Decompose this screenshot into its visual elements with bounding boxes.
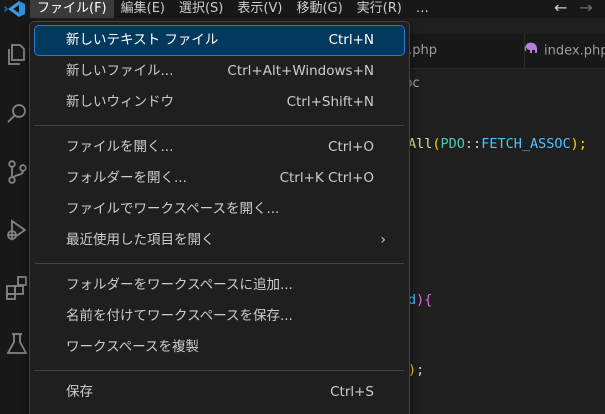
source-control-icon[interactable]: [3, 158, 31, 186]
vscode-logo-icon: [0, 0, 30, 18]
menu-item-label: 新しいテキスト ファイル: [66, 32, 219, 48]
code-line-brace: d){: [408, 292, 433, 308]
menu-item-label: 名前を付けてワークスペースを保存...: [66, 308, 293, 324]
menu-go[interactable]: 移動(G): [289, 0, 349, 18]
menu-more[interactable]: …: [409, 0, 436, 18]
menu-file[interactable]: ファイル(F): [30, 0, 114, 18]
menu-item-label: 最近使用した項目を開く: [66, 232, 215, 248]
menu-view[interactable]: 表示(V): [230, 0, 289, 18]
tab-label: index.php: [544, 43, 605, 59]
vscode-window: ファイル(F) 編集(E) 選択(S) 表示(V) 移動(G) 実行(R)… ← →: [0, 0, 605, 414]
testing-icon[interactable]: [3, 330, 31, 358]
menu-item-shortcut: Ctrl+N: [328, 32, 374, 48]
menu-item-label: ファイルでワークスペースを開く...: [66, 201, 280, 217]
menu-items: ファイル(F) 編集(E) 選択(S) 表示(V) 移動(G) 実行(R)…: [30, 0, 436, 18]
menu-item-label: ファイルを開く...: [66, 139, 174, 155]
run-debug-icon[interactable]: [3, 216, 31, 244]
menu-item-save[interactable]: 保存 Ctrl+S: [35, 378, 404, 407]
menu-item-label: 新しいファイル...: [66, 63, 174, 79]
menu-item-label: ワークスペースを複製: [66, 339, 199, 355]
code-line-fetch: All(PDO::FETCH_ASSOC);: [408, 136, 587, 152]
menu-bar: ファイル(F) 編集(E) 選択(S) 表示(V) 移動(G) 実行(R)… ← →: [0, 0, 605, 18]
chevron-right-icon: ›: [380, 232, 386, 248]
menu-separator: [35, 263, 404, 264]
menu-item-open-recent[interactable]: 最近使用した項目を開く ›: [35, 226, 404, 255]
menu-item-open-file[interactable]: ファイルを開く... Ctrl+O: [35, 133, 404, 162]
menu-item-new-text-file[interactable]: 新しいテキスト ファイル Ctrl+N: [34, 25, 405, 56]
extensions-icon[interactable]: [3, 274, 31, 302]
menu-item-shortcut: Ctrl+K Ctrl+O: [279, 170, 374, 186]
php-elephant-icon: [524, 34, 538, 68]
menu-item-label: 新しいウィンドウ: [66, 94, 174, 110]
menu-item-shortcut: Ctrl+Shift+N: [286, 94, 374, 110]
menu-item-label: フォルダーをワークスペースに追加...: [66, 277, 293, 293]
menu-item-new-file[interactable]: 新しいファイル... Ctrl+Alt+Windows+N: [35, 57, 404, 86]
forward-arrow-icon[interactable]: →: [579, 0, 592, 18]
menu-separator: [35, 125, 404, 126]
menu-item-label: 保存: [66, 384, 93, 400]
search-icon[interactable]: [3, 100, 31, 128]
menu-item-shortcut: Ctrl+S: [330, 384, 374, 400]
explorer-icon[interactable]: [3, 40, 31, 68]
menu-item-shortcut: Ctrl+Alt+Windows+N: [227, 63, 374, 79]
menu-selection[interactable]: 選択(S): [172, 0, 230, 18]
tab-index-php[interactable]: index.php: [518, 34, 605, 68]
menu-edit[interactable]: 編集(E): [114, 0, 172, 18]
menu-item-add-folder-to-workspace[interactable]: フォルダーをワークスペースに追加...: [35, 271, 404, 300]
menu-item-open-workspace-from-file[interactable]: ファイルでワークスペースを開く...: [35, 195, 404, 224]
menu-item-label: フォルダーを開く...: [66, 170, 187, 186]
menu-item-open-folder[interactable]: フォルダーを開く... Ctrl+K Ctrl+O: [35, 164, 404, 193]
history-navigation: ← →: [554, 0, 593, 18]
menu-item-shortcut: Ctrl+O: [328, 139, 374, 155]
menu-run[interactable]: 実行(R): [350, 0, 409, 18]
menu-item-save-workspace-as[interactable]: 名前を付けてワークスペースを保存...: [35, 302, 404, 331]
menu-item-duplicate-workspace[interactable]: ワークスペースを複製: [35, 333, 404, 362]
menu-item-new-window[interactable]: 新しいウィンドウ Ctrl+Shift+N: [35, 88, 404, 117]
file-menu-dropdown: 新しいテキスト ファイル Ctrl+N 新しいファイル... Ctrl+Alt+Win…: [29, 21, 410, 414]
back-arrow-icon[interactable]: ←: [554, 0, 567, 18]
menu-separator: [35, 370, 404, 371]
code-line-end: );: [408, 362, 425, 378]
